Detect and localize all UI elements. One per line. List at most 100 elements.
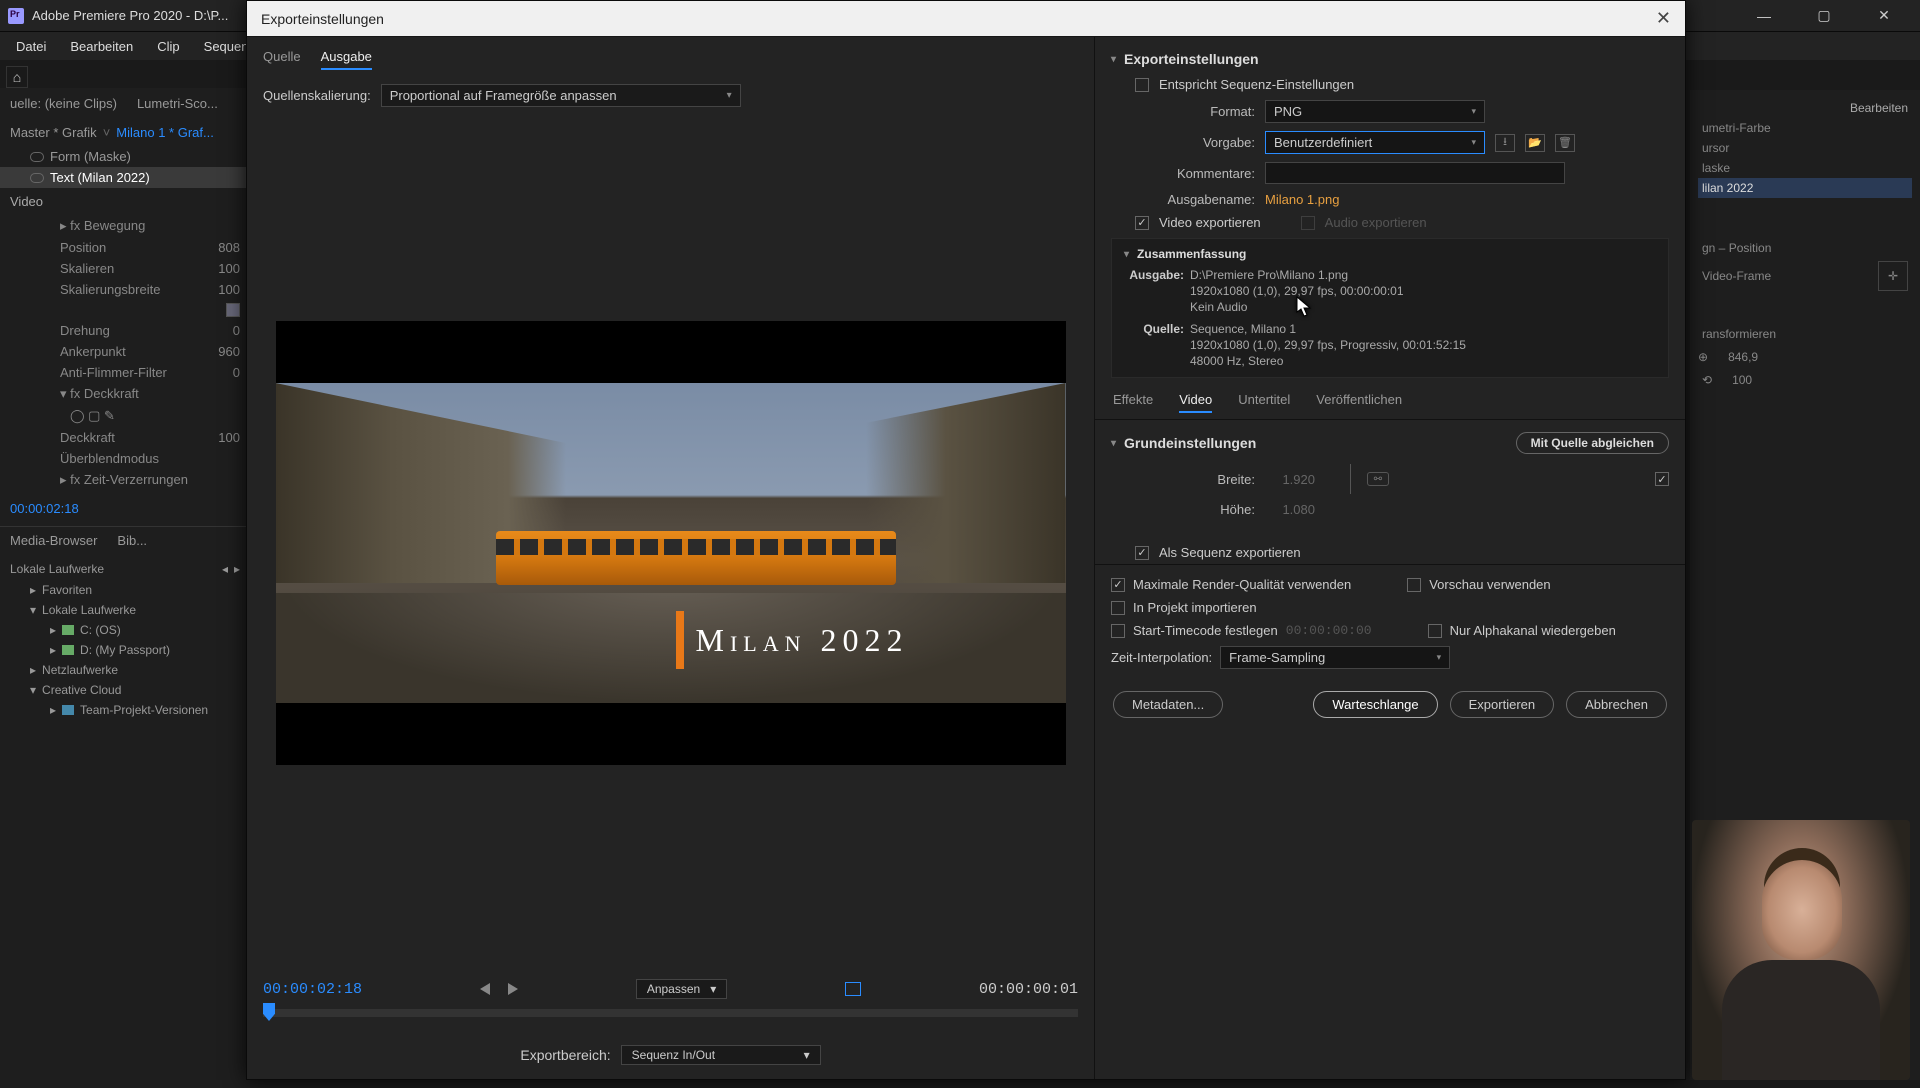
delete-preset-icon[interactable]: 🗑	[1555, 134, 1575, 152]
summary-header: Zusammenfassung	[1137, 247, 1246, 261]
home-icon[interactable]: ⌂	[6, 66, 28, 88]
export-as-sequence-checkbox[interactable]	[1135, 546, 1149, 560]
eg-cursor-row[interactable]: ursor	[1698, 138, 1912, 158]
uniform-scale-checkbox[interactable]	[226, 303, 240, 317]
prop-antiflicker[interactable]: Anti-Flimmer-Filter	[60, 365, 167, 380]
menu-file[interactable]: Datei	[6, 35, 56, 58]
set-start-timecode-checkbox[interactable]	[1111, 624, 1125, 638]
layer-form[interactable]: Form (Maske)	[50, 149, 240, 164]
tab-publish[interactable]: Veröffentlichen	[1316, 392, 1402, 413]
aspect-ratio-icon[interactable]	[845, 982, 861, 996]
export-preview: Milan 2022	[276, 321, 1066, 765]
nav-fwd-icon[interactable]: ▸	[234, 562, 240, 576]
menu-clip[interactable]: Clip	[147, 35, 189, 58]
time-interp-dropdown[interactable]: Frame-Sampling▾	[1220, 646, 1450, 669]
mouse-cursor-icon	[1296, 296, 1310, 316]
prop-blendmode[interactable]: Überblendmodus	[60, 451, 159, 466]
align-widget-icon[interactable]: ✛	[1878, 261, 1908, 291]
video-export-checkbox[interactable]	[1135, 216, 1149, 230]
layer-text[interactable]: Text (Milan 2022)	[50, 170, 240, 185]
import-preset-icon[interactable]: 📂	[1525, 134, 1545, 152]
drive-d[interactable]: ▸ D: (My Passport)	[10, 640, 240, 660]
tab-effects[interactable]: Effekte	[1113, 392, 1153, 413]
effect-timecode[interactable]: 00:00:02:18	[0, 491, 250, 526]
output-name-link[interactable]: Milano 1.png	[1265, 192, 1339, 207]
source-scaling-label: Quellenskalierung:	[263, 88, 371, 103]
prop-rotation[interactable]: Drehung	[60, 323, 110, 338]
preview-scrub-bar[interactable]	[247, 1009, 1094, 1039]
preset-dropdown[interactable]: Benutzerdefiniert▾	[1265, 131, 1485, 154]
import-into-project-label: In Projekt importieren	[1133, 600, 1257, 615]
media-browser-tab[interactable]: Media-Browser	[10, 533, 97, 548]
import-into-project-checkbox[interactable]	[1111, 601, 1125, 615]
team-projects-node[interactable]: ▸ Team-Projekt-Versionen	[10, 700, 240, 720]
match-sequence-checkbox[interactable]	[1135, 78, 1149, 92]
prop-anchor[interactable]: Ankerpunkt	[60, 344, 126, 359]
prop-scale-width[interactable]: Skalierungsbreite	[60, 282, 160, 297]
tab-captions[interactable]: Untertitel	[1238, 392, 1290, 413]
preview-timecode-left[interactable]: 00:00:02:18	[263, 981, 362, 998]
alpha-only-checkbox[interactable]	[1428, 624, 1442, 638]
cancel-button[interactable]: Abbrechen	[1566, 691, 1667, 718]
sequence-clip-link[interactable]: Milano 1 * Graf...	[116, 125, 214, 140]
source-tab[interactable]: uelle: (keine Clips)	[10, 96, 117, 111]
max-render-quality-checkbox[interactable]	[1111, 578, 1125, 592]
eg-pos-x[interactable]: 846,9	[1728, 350, 1758, 364]
output-name-label: Ausgabename:	[1135, 192, 1255, 207]
save-preset-icon[interactable]: ⭳	[1495, 134, 1515, 152]
source-scaling-dropdown[interactable]: Proportional auf Framegröße anpassen▾	[381, 84, 741, 107]
lumetri-scopes-tab[interactable]: Lumetri-Sco...	[137, 96, 218, 111]
visibility-toggle-icon[interactable]	[30, 152, 44, 162]
tab-video[interactable]: Video	[1179, 392, 1212, 413]
width-match-checkbox[interactable]	[1655, 472, 1669, 486]
network-drives-node[interactable]: ▸ Netzlaufwerke	[10, 660, 240, 680]
metadata-button[interactable]: Metadaten...	[1113, 691, 1223, 718]
zoom-fit-dropdown[interactable]: Anpassen▾	[636, 979, 727, 999]
dialog-close-button[interactable]: ✕	[1656, 8, 1671, 29]
prop-position[interactable]: Position	[60, 240, 106, 255]
queue-button[interactable]: Warteschlange	[1313, 691, 1437, 718]
step-forward-button[interactable]	[508, 983, 518, 995]
use-previews-checkbox[interactable]	[1407, 578, 1421, 592]
eg-mask-row[interactable]: laske	[1698, 158, 1912, 178]
width-label: Breite:	[1135, 472, 1255, 487]
link-dimensions-icon[interactable]: ⚯	[1367, 472, 1389, 486]
local-drives-node[interactable]: ▾ Lokale Laufwerke	[10, 600, 240, 620]
use-previews-label: Vorschau verwenden	[1429, 577, 1550, 592]
match-source-button[interactable]: Mit Quelle abgleichen	[1516, 432, 1669, 454]
drive-c[interactable]: ▸ C: (OS)	[10, 620, 240, 640]
comments-input[interactable]	[1265, 162, 1565, 184]
set-start-timecode-label: Start-Timecode festlegen	[1133, 623, 1278, 638]
eg-lumetri-row[interactable]: umetri-Farbe	[1698, 118, 1912, 138]
drive-selector[interactable]: Lokale Laufwerke	[10, 562, 104, 576]
eg-milan-row[interactable]: lilan 2022	[1698, 178, 1912, 198]
eg-align-position: gn – Position	[1698, 238, 1912, 258]
step-back-button[interactable]	[480, 983, 490, 995]
window-close-button[interactable]: ✕	[1864, 3, 1904, 29]
tab-source[interactable]: Quelle	[263, 45, 301, 70]
window-minimize-button[interactable]: ―	[1744, 3, 1784, 29]
creative-cloud-node[interactable]: ▾ Creative Cloud	[10, 680, 240, 700]
prop-opacity-group[interactable]: Deckkraft	[84, 386, 139, 401]
eg-video-frame-dd[interactable]: Video-Frame	[1702, 269, 1771, 283]
eg-tab-edit[interactable]: Bearbeiten	[1698, 98, 1912, 118]
nav-back-icon[interactable]: ◂	[222, 562, 228, 576]
visibility-toggle-icon[interactable]	[30, 173, 44, 183]
width-value[interactable]: 1.920	[1265, 472, 1315, 487]
export-range-dropdown[interactable]: Sequenz In/Out▾	[621, 1045, 821, 1065]
tab-output[interactable]: Ausgabe	[321, 45, 372, 70]
playhead-icon[interactable]	[263, 1003, 275, 1021]
prop-motion[interactable]: Bewegung	[84, 218, 145, 233]
favorites-node[interactable]: ▸ Favoriten	[10, 580, 240, 600]
libraries-tab[interactable]: Bib...	[117, 533, 147, 548]
format-dropdown[interactable]: PNG▾	[1265, 100, 1485, 123]
prop-scale[interactable]: Skalieren	[60, 261, 114, 276]
height-value[interactable]: 1.080	[1265, 502, 1315, 517]
export-button[interactable]: Exportieren	[1450, 691, 1554, 718]
prop-opacity[interactable]: Deckkraft	[60, 430, 115, 445]
window-maximize-button[interactable]: ▢	[1804, 3, 1844, 29]
format-label: Format:	[1135, 104, 1255, 119]
prop-time-remap[interactable]: Zeit-Verzerrungen	[84, 472, 188, 487]
eg-scale[interactable]: 100	[1732, 373, 1752, 387]
menu-edit[interactable]: Bearbeiten	[60, 35, 143, 58]
